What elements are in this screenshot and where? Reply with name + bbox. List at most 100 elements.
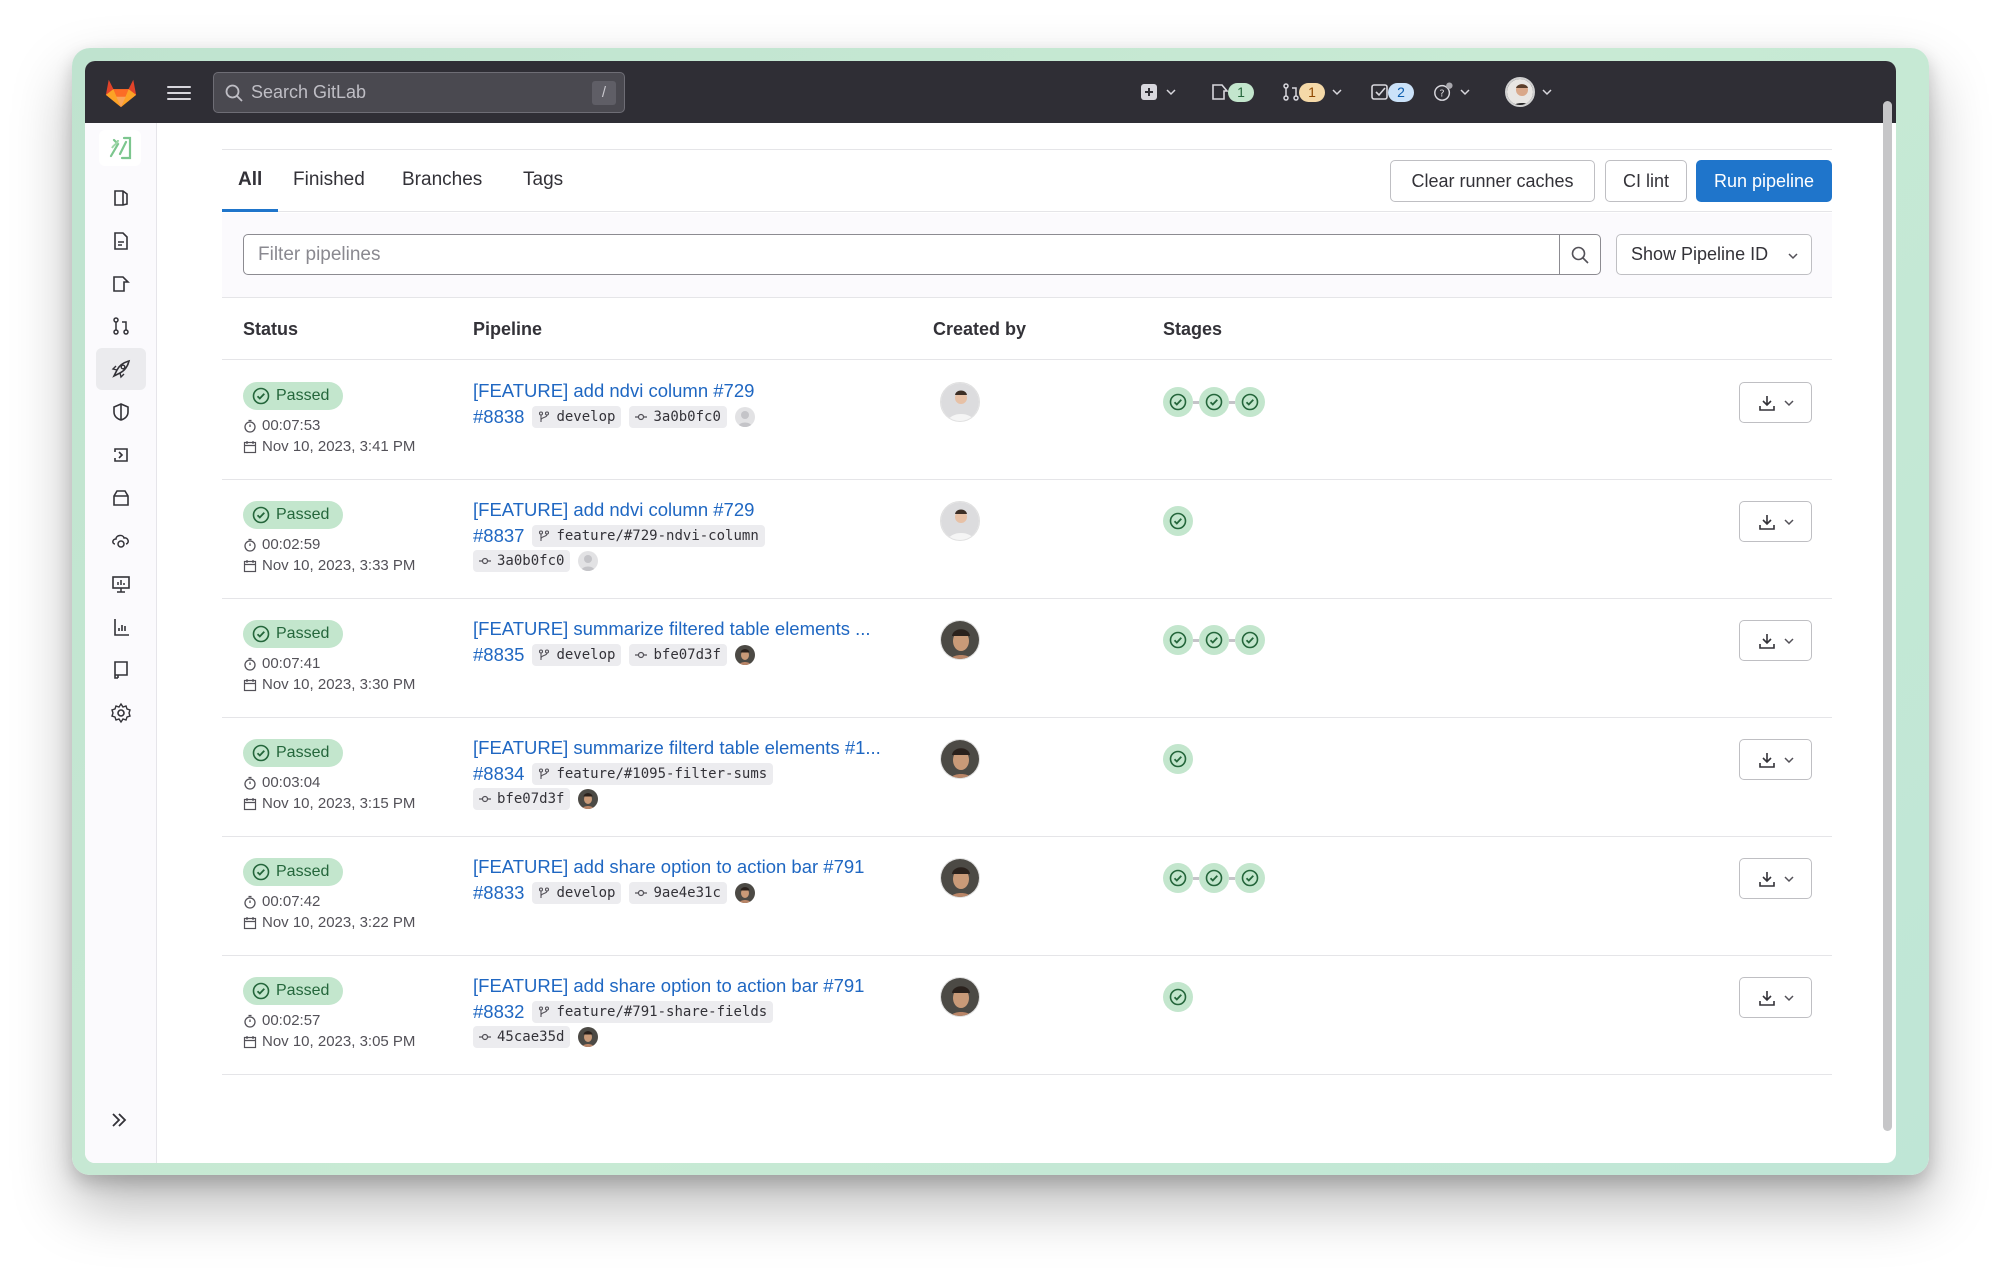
status-label: Passed — [276, 744, 330, 761]
search-input[interactable]: Search GitLab / — [213, 72, 625, 113]
stage-passed-button[interactable] — [1163, 625, 1193, 655]
commit-author-avatar[interactable] — [734, 645, 755, 665]
merge-requests-button[interactable]: 1 — [1281, 80, 1343, 104]
run-pipeline-button[interactable]: Run pipeline — [1696, 160, 1832, 202]
download-artifacts-button[interactable] — [1739, 739, 1812, 780]
pipeline-title-link[interactable]: [FEATURE] summarize filterd table elemen… — [473, 737, 881, 759]
commit-author-avatar[interactable] — [578, 789, 599, 809]
pipeline-title-link[interactable]: [FEATURE] add ndvi column #729 — [473, 499, 754, 521]
commit-chip[interactable]: 3a0b0fc0 — [629, 406, 727, 428]
filter-search-button[interactable] — [1559, 234, 1601, 275]
creator-avatar[interactable] — [940, 382, 980, 422]
stage-passed-button[interactable] — [1235, 387, 1265, 417]
pipeline-title-link[interactable]: [FEATURE] add share option to action bar… — [473, 856, 864, 878]
commit-author-avatar[interactable] — [578, 551, 599, 571]
status-badge[interactable]: Passed — [243, 620, 343, 648]
check-circle-icon — [1241, 393, 1259, 411]
creator-avatar[interactable] — [940, 620, 980, 660]
create-new-button[interactable] — [1139, 80, 1177, 104]
sidebar-item-deployments[interactable] — [96, 434, 146, 476]
branch-chip[interactable]: develop — [532, 882, 622, 904]
sidebar-item-merge-requests[interactable] — [96, 305, 146, 347]
commit-chip[interactable]: bfe07d3f — [629, 644, 727, 666]
branch-chip[interactable]: feature/#791-share-fields — [532, 1001, 774, 1023]
filter-pipelines-input[interactable]: Filter pipelines — [243, 234, 1560, 275]
pipeline-title-link[interactable]: [FEATURE] summarize filtered table eleme… — [473, 618, 871, 640]
download-artifacts-button[interactable] — [1739, 382, 1812, 423]
pipeline-id-link[interactable]: #8832 — [473, 1001, 524, 1023]
expand-sidebar-icon[interactable] — [107, 1108, 131, 1132]
pipeline-id-link[interactable]: #8834 — [473, 763, 524, 785]
sidebar-item-wiki[interactable] — [96, 649, 146, 691]
issues-icon — [1212, 84, 1229, 100]
stage-passed-button[interactable] — [1199, 387, 1229, 417]
sidebar-item-monitor[interactable] — [96, 563, 146, 605]
tab-branches[interactable]: Branches — [386, 150, 498, 212]
stage-passed-button[interactable] — [1235, 625, 1265, 655]
pipeline-title-link[interactable]: [FEATURE] add share option to action bar… — [473, 975, 864, 997]
commit-author-avatar[interactable] — [734, 407, 755, 427]
sidebar-item-infrastructure[interactable] — [96, 520, 146, 562]
menu-toggle-button[interactable] — [167, 82, 191, 102]
branch-chip[interactable]: feature/#1095-filter-sums — [532, 763, 774, 785]
status-badge[interactable]: Passed — [243, 382, 343, 410]
sidebar-item-ci-cd[interactable] — [96, 348, 146, 390]
status-badge[interactable]: Passed — [243, 977, 343, 1005]
commit-chip[interactable]: 9ae4e31c — [629, 882, 727, 904]
stage-passed-button[interactable] — [1163, 744, 1193, 774]
creator-avatar[interactable] — [940, 501, 980, 541]
ci-lint-button[interactable]: CI lint — [1605, 160, 1687, 202]
status-badge[interactable]: Passed — [243, 739, 343, 767]
commit-chip[interactable]: bfe07d3f — [473, 788, 571, 810]
commit-chip[interactable]: 3a0b0fc0 — [473, 550, 571, 572]
sidebar-item-security[interactable] — [96, 391, 146, 433]
sidebar-item-project-overview[interactable] — [96, 177, 146, 219]
sidebar-item-repository[interactable] — [96, 220, 146, 262]
commit-author-avatar[interactable] — [734, 883, 755, 903]
status-badge[interactable]: Passed — [243, 501, 343, 529]
branch-chip[interactable]: develop — [532, 644, 622, 666]
help-button[interactable]: ? — [1433, 80, 1471, 104]
download-artifacts-button[interactable] — [1739, 620, 1812, 661]
sidebar-item-settings[interactable] — [96, 692, 146, 734]
stage-passed-button[interactable] — [1235, 863, 1265, 893]
issues-button[interactable]: 1 — [1210, 80, 1254, 104]
branch-chip[interactable]: feature/#729-ndvi-column — [532, 525, 765, 547]
clear-runner-caches-button[interactable]: Clear runner caches — [1390, 160, 1595, 202]
stage-passed-button[interactable] — [1163, 387, 1193, 417]
show-pipeline-id-dropdown[interactable]: Show Pipeline ID — [1616, 234, 1812, 275]
pipeline-id-link[interactable]: #8838 — [473, 406, 524, 428]
pipeline-id-link[interactable]: #8835 — [473, 644, 524, 666]
creator-avatar[interactable] — [940, 858, 980, 898]
stage-passed-button[interactable] — [1163, 982, 1193, 1012]
download-artifacts-button[interactable] — [1739, 977, 1812, 1018]
commit-author-avatar[interactable] — [578, 1027, 599, 1047]
table-row: Passed 00:02:59 Nov 10, 2023, 3:33 PM [F… — [222, 480, 1832, 599]
creator-avatar[interactable] — [940, 739, 980, 779]
sidebar-item-analytics[interactable] — [96, 606, 146, 648]
gitlab-logo-icon[interactable] — [104, 75, 138, 109]
todos-button[interactable]: 2 — [1370, 80, 1414, 104]
project-avatar[interactable] — [99, 130, 141, 166]
sidebar-item-issues[interactable] — [96, 263, 146, 305]
scrollbar[interactable] — [1883, 101, 1892, 1131]
stage-passed-button[interactable] — [1199, 625, 1229, 655]
stage-passed-button[interactable] — [1163, 863, 1193, 893]
branch-chip[interactable]: develop — [532, 406, 622, 428]
tab-finished[interactable]: Finished — [277, 150, 381, 212]
sidebar-item-packages[interactable] — [96, 477, 146, 519]
stage-passed-button[interactable] — [1199, 863, 1229, 893]
pipeline-id-link[interactable]: #8837 — [473, 525, 524, 547]
tab-all[interactable]: All — [222, 150, 279, 212]
commit-chip[interactable]: 45cae35d — [473, 1026, 571, 1048]
status-badge[interactable]: Passed — [243, 858, 343, 886]
pipeline-title-link[interactable]: [FEATURE] add ndvi column #729 — [473, 380, 754, 402]
download-artifacts-button[interactable] — [1739, 501, 1812, 542]
user-menu-button[interactable] — [1505, 76, 1553, 108]
pipeline-id-link[interactable]: #8833 — [473, 882, 524, 904]
stage-passed-button[interactable] — [1163, 506, 1193, 536]
chevron-down-icon — [1788, 253, 1798, 260]
tab-tags[interactable]: Tags — [507, 150, 579, 212]
creator-avatar[interactable] — [940, 977, 980, 1017]
download-artifacts-button[interactable] — [1739, 858, 1812, 899]
